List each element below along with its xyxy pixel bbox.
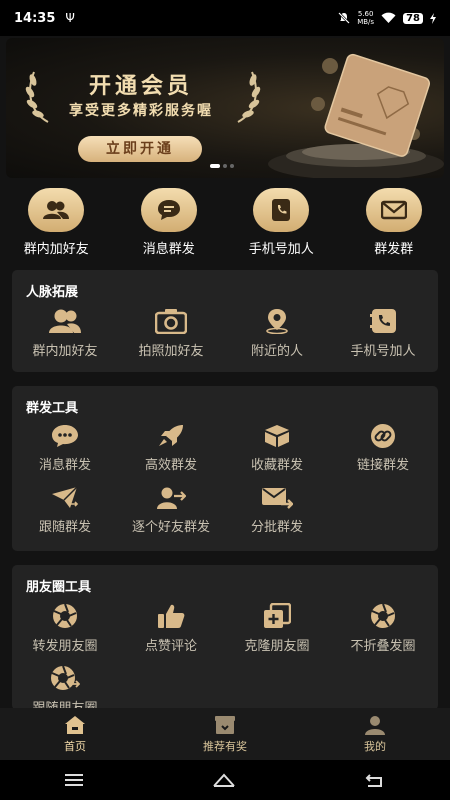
quick-action-label: 手机号加人: [248, 242, 314, 257]
broadcast-item-efficient[interactable]: 高效群发: [118, 424, 224, 473]
quick-action-add-by-phone[interactable]: 手机号加人: [225, 188, 338, 258]
charging-icon: [430, 12, 436, 24]
net-speed: 5.60 MB/s: [357, 10, 374, 26]
person-icon: [365, 715, 385, 735]
quick-action-label: 消息群发: [142, 242, 195, 257]
aperture-icon: [371, 603, 395, 628]
bottom-nav: 首页 推荐有奖 我的: [0, 708, 450, 760]
nav-home[interactable]: 首页: [0, 708, 150, 760]
aperture-icon: [53, 603, 77, 628]
moments-item-clone[interactable]: 克隆朋友圈: [224, 603, 330, 654]
section-title: 朋友圈工具: [26, 580, 92, 595]
wifi-icon: [381, 12, 396, 23]
banner-subtitle: 享受更多精彩服务喔: [69, 103, 213, 119]
open-membership-button[interactable]: 立即开通: [78, 136, 202, 162]
status-bar: 14:35 Ψ 5.60 MB/s 78: [0, 0, 450, 36]
link-icon: [371, 424, 395, 448]
phone-book-icon: [253, 188, 310, 232]
status-time: 14:35: [14, 10, 56, 26]
broadcast-item-one-by-one[interactable]: 逐个好友群发: [118, 486, 224, 535]
users-icon: [28, 188, 85, 232]
item-label: 点赞评论: [144, 639, 197, 654]
item-label: 附近的人: [250, 344, 303, 359]
section-title: 群发工具: [26, 401, 79, 416]
quick-action-add-group-friends[interactable]: 群内加好友: [0, 188, 113, 258]
moments-item-no-fold[interactable]: 不折叠发圈: [330, 603, 436, 654]
item-label: 转发朋友圈: [32, 639, 98, 654]
box-icon: [265, 425, 289, 447]
section-title: 人脉拓展: [26, 285, 79, 300]
item-label: 消息群发: [38, 458, 91, 473]
moments-section: 朋友圈工具 转发朋友圈 点赞评论 克隆朋友圈 不折叠发圈 跟随朋友圈: [12, 565, 438, 710]
banner-pagination: [210, 164, 234, 168]
users-icon: [49, 309, 81, 333]
thumbs-up-icon: [158, 604, 185, 628]
home-button-icon[interactable]: [212, 772, 236, 788]
item-label: 收藏群发: [250, 458, 303, 473]
item-label: 群内加好友: [32, 344, 98, 359]
home-icon: [65, 715, 85, 734]
chat-bubble-icon: [52, 425, 78, 447]
quick-actions: 群内加好友 消息群发 手机号加人 群发群: [0, 188, 450, 258]
item-label: 拍照加好友: [138, 344, 204, 359]
item-label: 不折叠发圈: [350, 639, 416, 654]
broadcast-item-favorites[interactable]: 收藏群发: [224, 424, 330, 473]
vip-card-illustration: [268, 53, 444, 178]
broadcast-section: 群发工具 消息群发 高效群发 收藏群发 链接群发 跟随群发 逐个好友群发 分批群…: [12, 386, 438, 551]
network-section: 人脉拓展 群内加好友 拍照加好友 附近的人 手机号加人: [12, 270, 438, 372]
network-item-add-by-phone[interactable]: 手机号加人: [330, 308, 436, 359]
broadcast-item-follow[interactable]: 跟随群发: [12, 486, 118, 535]
banner-title: 开通会员: [88, 74, 193, 99]
moments-item-forward[interactable]: 转发朋友圈: [12, 603, 118, 654]
usb-icon: Ψ: [65, 11, 75, 25]
broadcast-item-link[interactable]: 链接群发: [330, 424, 436, 473]
item-label: 逐个好友群发: [131, 520, 210, 535]
paper-plane-icon: [52, 486, 79, 508]
nav-profile[interactable]: 我的: [300, 708, 450, 760]
quick-action-label: 群发群: [374, 242, 414, 257]
moments-item-like-comment[interactable]: 点赞评论: [118, 603, 224, 654]
user-send-icon: [157, 487, 186, 509]
broadcast-item-message[interactable]: 消息群发: [12, 424, 118, 473]
membership-banner[interactable]: 开通会员 享受更多精彩服务喔 立即开通: [6, 38, 444, 178]
item-label: 手机号加人: [350, 344, 416, 359]
item-label: 克隆朋友圈: [244, 639, 310, 654]
broadcast-item-batch[interactable]: 分批群发: [224, 486, 330, 535]
location-pin-icon: [266, 309, 288, 334]
item-label: 高效群发: [144, 458, 197, 473]
nav-label: 我的: [364, 739, 386, 753]
battery-level: 78: [403, 12, 423, 24]
mute-icon: [338, 12, 351, 24]
nav-label: 首页: [64, 739, 86, 753]
quick-action-group-broadcast[interactable]: 群发群: [338, 188, 450, 258]
gift-box-icon: [215, 715, 235, 734]
nav-rewards[interactable]: 推荐有奖: [150, 708, 300, 760]
phone-book-icon: [370, 309, 396, 333]
rocket-icon: [159, 425, 183, 446]
mail-forward-icon: [262, 488, 293, 509]
item-label: 链接群发: [356, 458, 409, 473]
moments-item-follow[interactable]: 跟随朋友圈: [12, 665, 118, 710]
network-item-photo-friends[interactable]: 拍照加好友: [118, 308, 224, 359]
back-icon[interactable]: [364, 772, 386, 788]
item-label: 跟随群发: [38, 520, 91, 535]
item-label: 分批群发: [250, 520, 303, 535]
system-nav-bar: [0, 760, 450, 800]
camera-icon: [155, 309, 187, 334]
nav-label: 推荐有奖: [203, 739, 247, 753]
quick-action-label: 群内加好友: [23, 242, 89, 257]
network-item-nearby[interactable]: 附近的人: [224, 308, 330, 359]
net-speed-value: 5.60: [357, 10, 374, 18]
net-speed-unit: MB/s: [357, 18, 375, 26]
menu-icon[interactable]: [64, 773, 84, 787]
chat-bubble-icon: [140, 188, 197, 232]
network-item-group-friends[interactable]: 群内加好友: [12, 308, 118, 359]
quick-action-message-broadcast[interactable]: 消息群发: [113, 188, 226, 258]
aperture-shuffle-icon: [51, 665, 80, 690]
clone-icon: [264, 603, 291, 628]
mail-icon: [365, 188, 422, 232]
